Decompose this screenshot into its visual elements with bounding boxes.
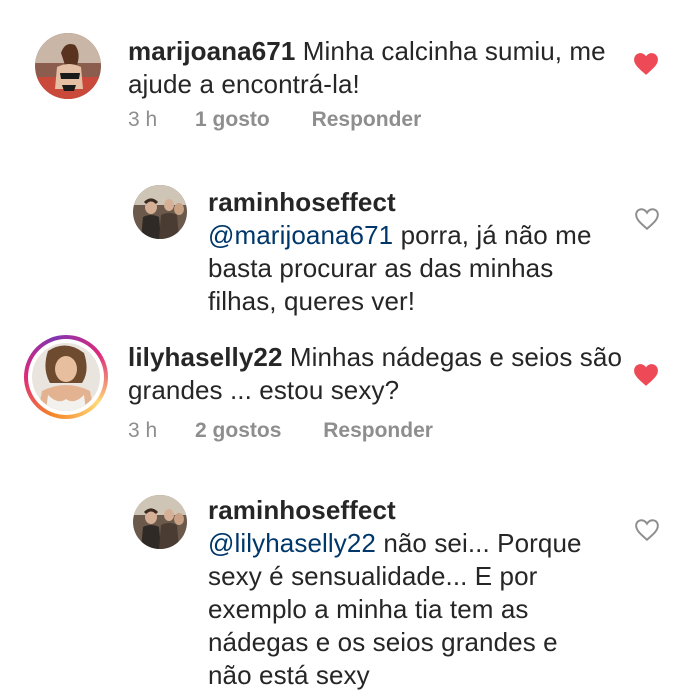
comment-meta: 3 h 1 gosto Responder bbox=[128, 108, 421, 132]
comment-likes[interactable]: 1 gosto bbox=[195, 108, 270, 131]
avatar-photo bbox=[133, 495, 187, 549]
comment-username[interactable]: lilyhaselly22 bbox=[128, 342, 283, 372]
comment-username[interactable]: raminhoseffect bbox=[208, 494, 608, 527]
comment-body: marijoana671 Minha calcinha sumiu, me aj… bbox=[128, 35, 628, 101]
reply-button[interactable]: Responder bbox=[312, 108, 422, 131]
avatar bbox=[32, 343, 100, 411]
avatar-photo bbox=[32, 343, 100, 411]
comment-body: raminhoseffect @marijoana671 porra, já n… bbox=[208, 186, 608, 318]
comment-username[interactable]: marijoana671 bbox=[128, 36, 295, 66]
comment-time: 3 h bbox=[128, 108, 158, 131]
reply-button[interactable]: Responder bbox=[323, 419, 433, 442]
comment-2: lilyhaselly22 Minhas nádegas e seios são… bbox=[0, 330, 700, 460]
heart-filled-icon[interactable] bbox=[633, 363, 659, 387]
comment-username[interactable]: raminhoseffect bbox=[208, 186, 608, 219]
story-ring[interactable] bbox=[24, 335, 108, 419]
comment-meta: 3 h 2 gostos Responder bbox=[128, 419, 433, 443]
avatar[interactable] bbox=[133, 495, 187, 549]
comment-mention[interactable]: @lilyhaselly22 bbox=[208, 528, 376, 558]
avatar-photo bbox=[35, 33, 101, 99]
avatar[interactable] bbox=[35, 33, 101, 99]
comment-body: lilyhaselly22 Minhas nádegas e seios são… bbox=[128, 341, 628, 407]
heart-outline-icon[interactable] bbox=[634, 518, 660, 542]
avatar-photo bbox=[133, 185, 187, 239]
avatar[interactable] bbox=[133, 185, 187, 239]
reply-1: raminhoseffect @marijoana671 porra, já n… bbox=[0, 170, 700, 320]
comment-mention[interactable]: @marijoana671 bbox=[208, 220, 393, 250]
comment-1: marijoana671 Minha calcinha sumiu, me aj… bbox=[0, 0, 700, 150]
comment-likes[interactable]: 2 gostos bbox=[195, 419, 281, 442]
comment-time: 3 h bbox=[128, 419, 158, 442]
heart-filled-icon[interactable] bbox=[633, 52, 659, 76]
comment-body: raminhoseffect @lilyhaselly22 não sei...… bbox=[208, 494, 608, 692]
heart-outline-icon[interactable] bbox=[634, 207, 660, 231]
reply-2: raminhoseffect @lilyhaselly22 não sei...… bbox=[0, 480, 700, 700]
